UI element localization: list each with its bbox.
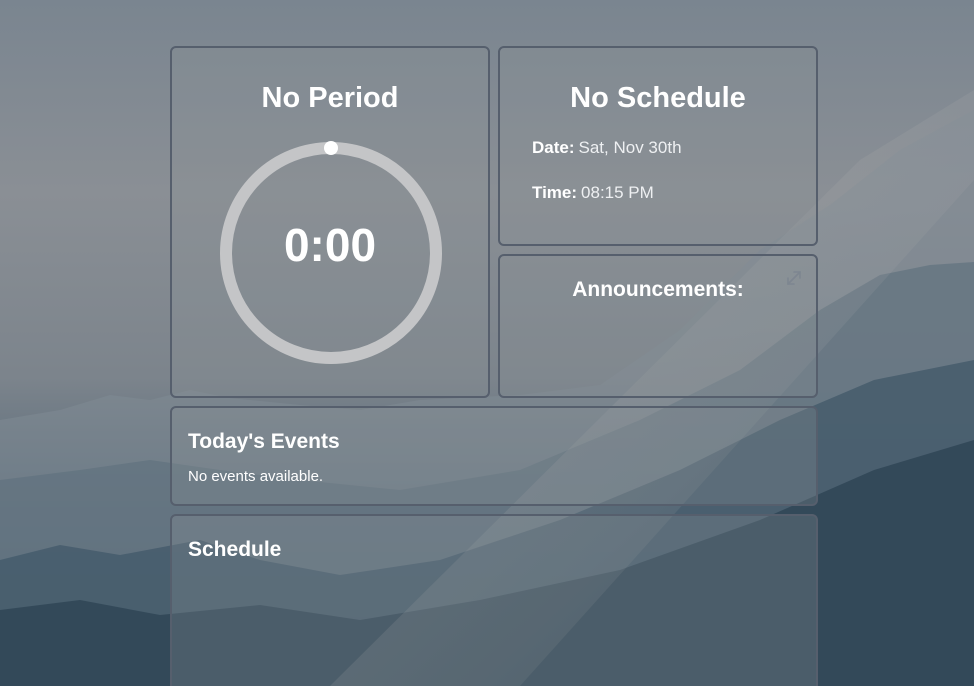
schedule-info-panel: No Schedule Date: Sat, Nov 30th Time: 08:1…: [498, 46, 818, 246]
schedule-panel: Schedule: [170, 514, 818, 686]
announcements-panel: Announcements:: [498, 254, 818, 398]
time-value: 08:15 PM: [581, 183, 654, 202]
announcements-title: Announcements:: [572, 278, 744, 301]
date-value: Sat, Nov 30th: [578, 138, 682, 157]
schedule-name-title: No Schedule: [570, 82, 746, 114]
period-timer-panel: No Period 0:00: [170, 46, 490, 398]
ring-progress-dot: [324, 141, 338, 155]
time-label: Time:: [532, 183, 578, 202]
date-label: Date:: [532, 138, 575, 157]
todays-events-panel: Today's Events No events available.: [170, 406, 818, 506]
expand-icon[interactable]: [784, 268, 804, 288]
events-empty-message: No events available.: [188, 468, 324, 485]
date-row: Date: Sat, Nov 30th: [532, 138, 682, 158]
time-row: Time: 08:15 PM: [532, 183, 654, 203]
period-title: No Period: [261, 82, 399, 114]
events-title: Today's Events: [188, 430, 340, 453]
countdown-display: 0:00: [283, 219, 377, 271]
schedule-title: Schedule: [188, 538, 282, 561]
